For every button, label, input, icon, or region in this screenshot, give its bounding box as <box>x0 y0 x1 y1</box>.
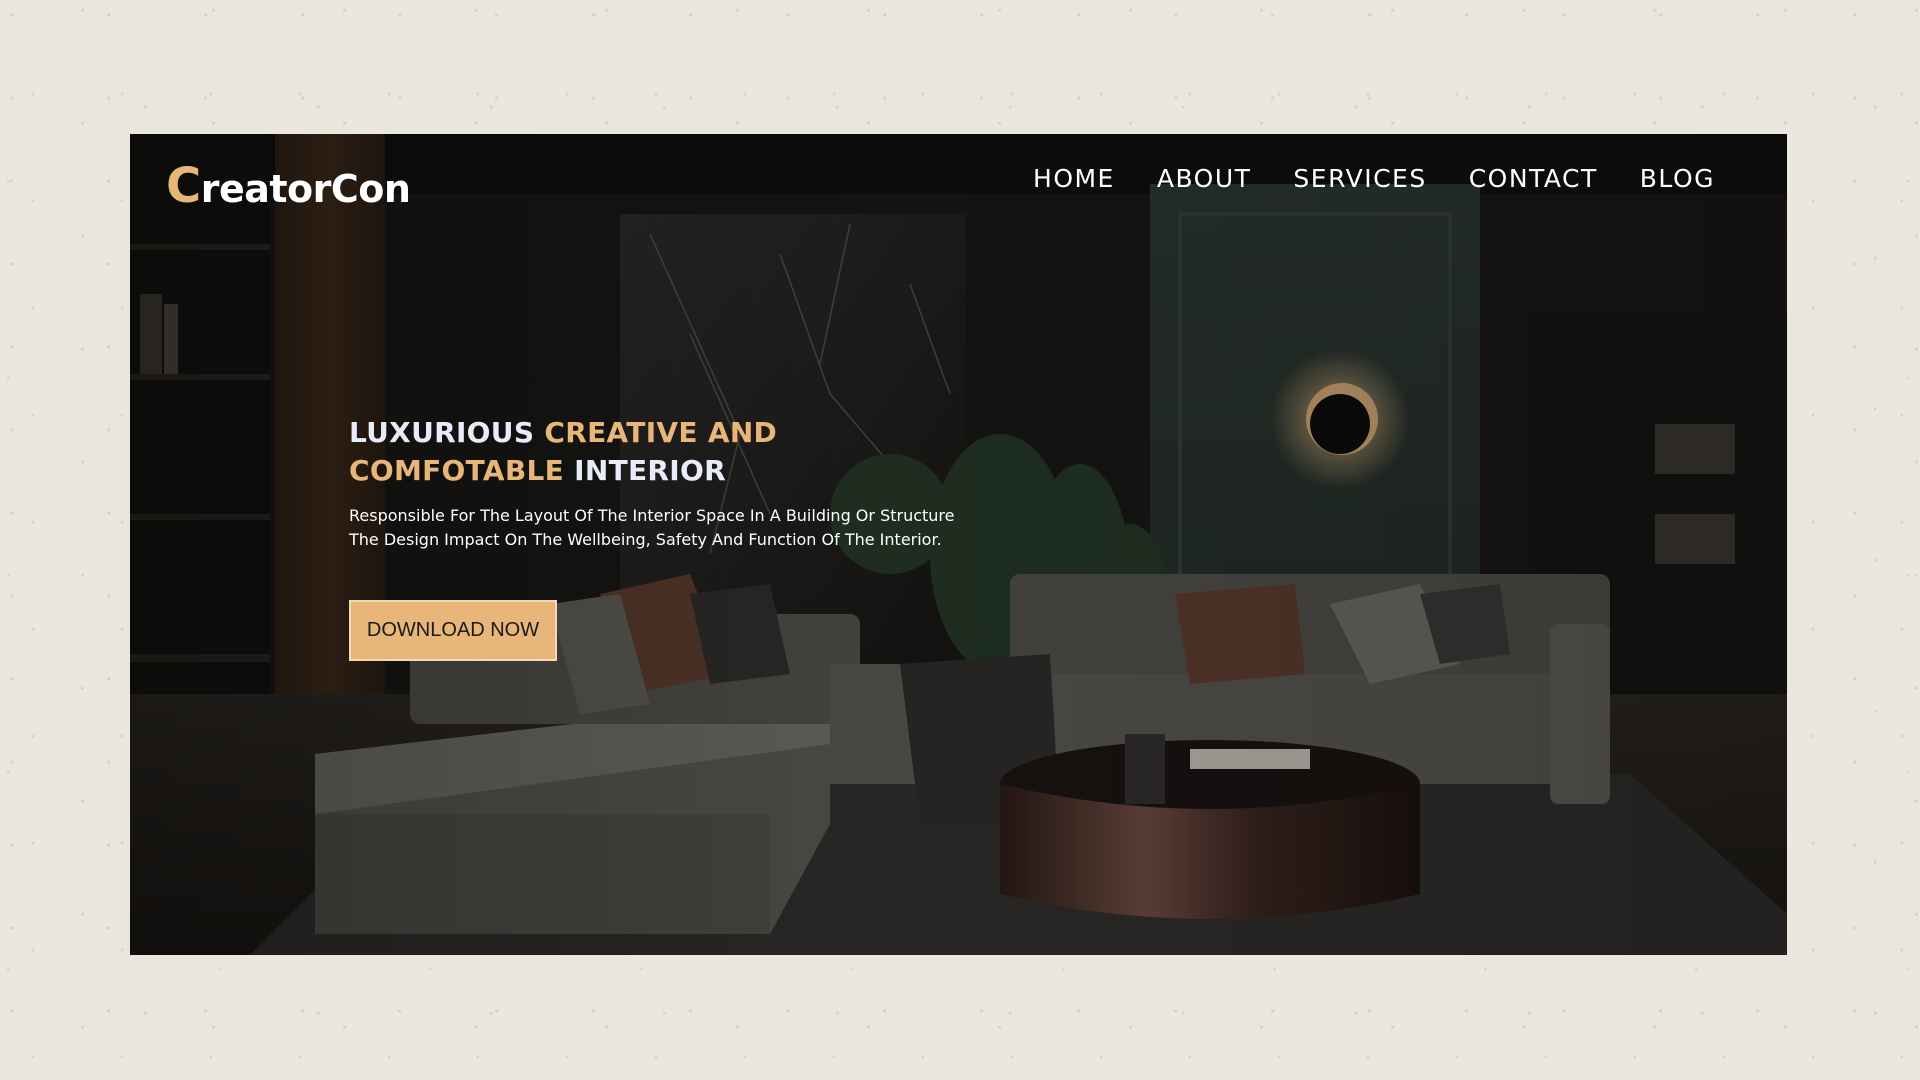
nav-contact[interactable]: CONTACT <box>1469 164 1598 193</box>
nav-services[interactable]: SERVICES <box>1293 164 1426 193</box>
hero-title-comfotable: COMFOTABLE <box>349 454 565 487</box>
nav-about[interactable]: ABOUT <box>1157 164 1252 193</box>
hero-title-word-luxurious: LUXURIOUS <box>349 416 535 449</box>
hero-description-line-2: The Design Impact On The Wellbeing, Safe… <box>349 530 942 549</box>
hero-title-creative-and: CREATIVE AND <box>544 416 778 449</box>
brand-logo[interactable]: CreatorCon <box>166 158 411 214</box>
hero-title: LUXURIOUS CREATIVE AND COMFOTABLE INTERI… <box>349 414 1109 490</box>
download-now-button[interactable]: DOWNLOAD NOW <box>349 600 557 661</box>
nav-home[interactable]: HOME <box>1033 164 1115 193</box>
hero-content: LUXURIOUS CREATIVE AND COMFOTABLE INTERI… <box>349 414 1109 552</box>
nav-blog[interactable]: BLOG <box>1640 164 1715 193</box>
hero-description-line-1: Responsible For The Layout Of The Interi… <box>349 506 955 525</box>
main-nav: HOME ABOUT SERVICES CONTACT BLOG <box>1033 164 1715 193</box>
logo-initial: C <box>166 158 201 214</box>
hero-title-interior: INTERIOR <box>574 454 726 487</box>
hero-banner: CreatorCon HOME ABOUT SERVICES CONTACT B… <box>130 134 1787 955</box>
hero-description: Responsible For The Layout Of The Interi… <box>349 504 1109 552</box>
logo-text: reatorCon <box>200 167 411 211</box>
site-header: CreatorCon HOME ABOUT SERVICES CONTACT B… <box>130 134 1787 244</box>
